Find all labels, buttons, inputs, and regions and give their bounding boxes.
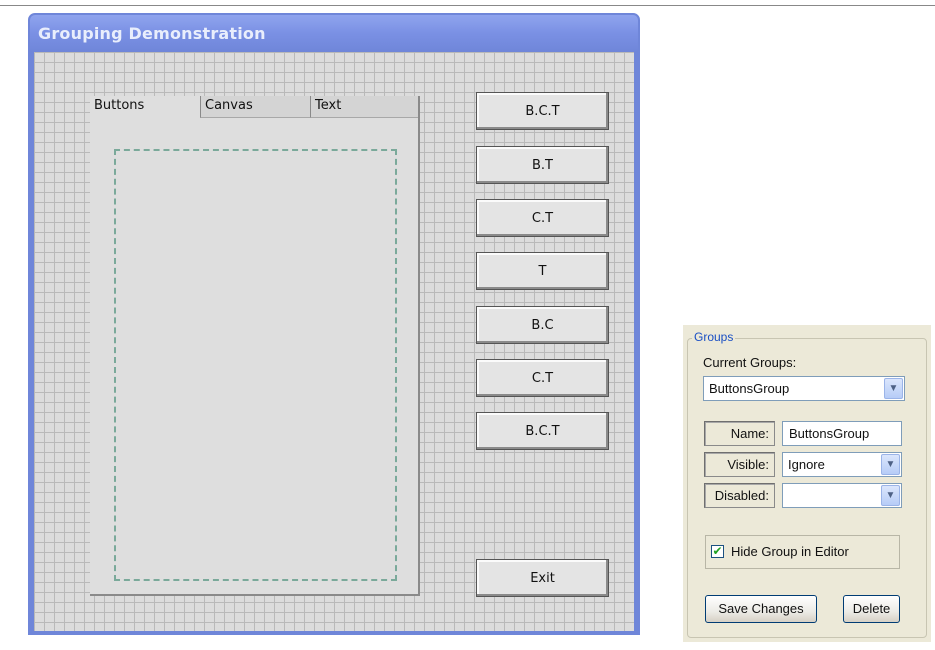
visible-select[interactable]: Ignore ▼: [782, 452, 902, 477]
hide-group-checkbox[interactable]: ✔: [711, 545, 724, 558]
chevron-down-icon[interactable]: ▼: [884, 378, 903, 399]
demo-window: Grouping Demonstration Buttons Canvas Te…: [28, 13, 640, 635]
current-groups-value: ButtonsGroup: [709, 381, 790, 396]
visible-label: Visible:: [704, 452, 775, 477]
current-groups-select[interactable]: ButtonsGroup ▼: [703, 376, 905, 401]
button-bc[interactable]: B.C: [476, 306, 609, 344]
delete-button[interactable]: Delete: [843, 595, 900, 623]
save-changes-button[interactable]: Save Changes: [705, 595, 817, 623]
tab-panel: Buttons Canvas Text: [90, 96, 420, 596]
button-ct-1[interactable]: C.T: [476, 199, 609, 237]
hide-group-label[interactable]: Hide Group in Editor: [731, 544, 849, 559]
disabled-select[interactable]: ▼: [782, 483, 902, 508]
tab-buttons[interactable]: Buttons: [90, 96, 200, 122]
tab-canvas[interactable]: Canvas: [200, 96, 310, 118]
current-groups-label: Current Groups:: [703, 355, 797, 370]
exit-button[interactable]: Exit: [476, 559, 609, 597]
tab-text[interactable]: Text: [310, 96, 418, 118]
button-bct-2[interactable]: B.C.T: [476, 412, 609, 450]
name-label: Name:: [704, 421, 775, 446]
chevron-down-icon[interactable]: ▼: [881, 454, 900, 475]
chevron-down-icon[interactable]: ▼: [881, 485, 900, 506]
button-ct-2[interactable]: C.T: [476, 359, 609, 397]
visible-value: Ignore: [788, 457, 825, 472]
window-titlebar[interactable]: Grouping Demonstration: [30, 15, 638, 52]
groups-panel: Groups Current Groups: ButtonsGroup ▼ Na…: [683, 325, 931, 642]
button-bct-1[interactable]: B.C.T: [476, 92, 609, 130]
design-canvas[interactable]: Buttons Canvas Text B.C.T B.T C.T T B.C …: [34, 52, 634, 631]
hide-group-frame: ✔ Hide Group in Editor: [705, 535, 900, 569]
button-bt[interactable]: B.T: [476, 146, 609, 184]
groups-legend: Groups: [692, 330, 736, 344]
top-divider: [0, 5, 935, 6]
button-t[interactable]: T: [476, 252, 609, 290]
name-input[interactable]: ButtonsGroup: [782, 421, 902, 446]
disabled-label: Disabled:: [704, 483, 775, 508]
window-title: Grouping Demonstration: [38, 24, 266, 43]
tab-content-placeholder: [114, 149, 397, 581]
